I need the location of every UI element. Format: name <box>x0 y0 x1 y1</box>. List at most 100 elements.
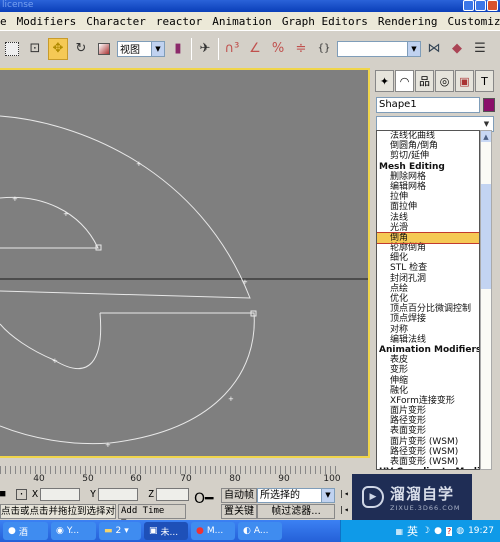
maximize-button[interactable] <box>475 0 486 11</box>
taskbar-button[interactable]: ● M... <box>191 522 235 540</box>
modifier-item[interactable]: 剪切/延伸 <box>377 151 479 161</box>
modifier-item[interactable]: 变形 <box>377 365 479 375</box>
modifier-item[interactable]: 对称 <box>377 325 479 335</box>
modifier-item[interactable]: 法线化曲线 <box>377 131 479 141</box>
x-coord-field[interactable] <box>40 488 80 501</box>
menu-customize[interactable]: Customize <box>443 15 500 28</box>
edit-named-selections-button[interactable]: {} <box>314 38 334 60</box>
reference-coord-dropdown[interactable]: 视图 ▼ <box>117 40 165 57</box>
modifier-item[interactable]: 光滑 <box>377 223 479 233</box>
modifier-item[interactable]: 路径变形 <box>377 416 479 426</box>
named-selection-dropdown[interactable]: ▼ <box>337 40 421 57</box>
timeline-ruler[interactable] <box>0 466 340 474</box>
modifier-item[interactable]: STL 检查 <box>377 263 479 273</box>
add-time-tag-button[interactable]: Add Time Tag <box>118 504 186 529</box>
modifier-item[interactable]: 表面变形 (WSM) <box>377 457 479 467</box>
ime-language[interactable]: 英 <box>407 523 418 539</box>
modifier-item[interactable]: 表皮 <box>377 355 479 365</box>
modifier-item[interactable]: 融化 <box>377 386 479 396</box>
key-filters-button[interactable]: 帧过滤器... <box>257 504 335 519</box>
menu-edit[interactable]: e <box>0 15 12 28</box>
modifier-item[interactable]: 倒圆角/倒角 <box>377 141 479 151</box>
menu-rendering[interactable]: Rendering <box>373 15 443 28</box>
angle-snap-button[interactable]: ∠ <box>245 38 265 60</box>
align-button[interactable]: ◆ <box>447 38 467 60</box>
taskbar-button[interactable]: ● 酒 <box>3 522 48 540</box>
modifier-item[interactable]: 面片变形 <box>377 406 479 416</box>
scroll-up-button[interactable]: ▲ <box>481 131 491 142</box>
window-crossing-button[interactable]: ⊡ <box>25 38 45 60</box>
y-coord-field[interactable] <box>98 488 138 501</box>
modifier-list-scrollbar[interactable]: ▲ <box>480 130 492 470</box>
snap-toggle-button[interactable]: ∩³ <box>222 38 242 60</box>
pivot-center-button[interactable]: ▮ <box>168 38 188 60</box>
prev-frame-icon[interactable]: |◂ <box>339 505 349 514</box>
modifier-item[interactable]: 面片变形 (WSM) <box>377 437 479 447</box>
taskbar-button[interactable]: ◉ Y... <box>51 522 96 540</box>
modifier-group-header[interactable]: Animation Modifiers <box>377 345 479 355</box>
lock-icon[interactable]: ■ <box>0 489 5 499</box>
set-key-button[interactable]: 置关键 <box>221 504 257 519</box>
menu-modifiers[interactable]: Modifiers <box>12 15 82 28</box>
modifier-item[interactable]: 删除网格 <box>377 172 479 182</box>
motion-tab[interactable]: ◎ <box>435 70 454 92</box>
display-tab[interactable]: ▣ <box>455 70 474 92</box>
utilities-tab[interactable]: T <box>475 70 494 92</box>
modifier-item-selected[interactable]: 倒角 <box>377 231 479 245</box>
select-region-button[interactable] <box>2 38 22 60</box>
auto-key-button[interactable]: 自动帧 <box>221 488 257 503</box>
modifier-item[interactable]: 伸缩 <box>377 376 479 386</box>
modifier-item[interactable]: 顶点百分比微调控制 <box>377 304 479 314</box>
manipulate-button[interactable]: ✈ <box>195 38 215 60</box>
modifier-item[interactable]: 点绘 <box>377 284 479 294</box>
taskbar-button[interactable]: ▬ 2 ▾ <box>99 522 141 540</box>
object-color-swatch[interactable] <box>483 98 495 112</box>
absolute-mode-toggle[interactable]: · <box>16 489 27 500</box>
modifier-item[interactable]: 细化 <box>377 253 479 263</box>
modifier-item[interactable]: 法线 <box>377 213 479 223</box>
object-name-field[interactable]: Shape1 <box>376 97 480 113</box>
modifier-item[interactable]: 路径变形 (WSM) <box>377 447 479 457</box>
selection-filter-dropdown[interactable]: 所选择的 ▼ <box>257 488 335 503</box>
modifier-group-header[interactable]: Mesh Editing <box>377 162 479 172</box>
modifier-item[interactable]: 顶点焊接 <box>377 314 479 324</box>
select-and-scale-button[interactable] <box>94 38 114 60</box>
hierarchy-tab[interactable]: 品 <box>415 70 434 92</box>
mirror-button[interactable]: ⋈ <box>424 38 444 60</box>
modifier-item[interactable]: 轮廓倒角 <box>377 243 479 253</box>
close-button[interactable] <box>487 0 498 11</box>
tray-icon[interactable]: ● <box>434 526 442 536</box>
minimize-button[interactable] <box>463 0 474 11</box>
modifier-item[interactable]: 优化 <box>377 294 479 304</box>
modifier-item[interactable]: 编辑法线 <box>377 335 479 345</box>
modifier-item[interactable]: 拉伸 <box>377 192 479 202</box>
modifier-group-header[interactable]: UV Coordinate Modifiers <box>377 467 479 469</box>
taskbar-button[interactable]: ◐ A... <box>238 522 282 540</box>
viewport[interactable]: + + + + + + + <box>0 70 368 456</box>
modify-tab[interactable]: ◠ <box>395 70 414 92</box>
help-icon[interactable]: ? <box>445 526 453 536</box>
key-icon[interactable]: O━ <box>194 491 213 507</box>
select-and-rotate-button[interactable]: ↻ <box>71 38 91 60</box>
timeline[interactable]: 40 50 60 70 80 90 100 <box>0 458 370 486</box>
goto-start-icon[interactable]: |◂ <box>339 489 349 498</box>
scroll-thumb[interactable] <box>481 184 491 289</box>
percent-snap-button[interactable]: % <box>268 38 288 60</box>
menu-animation[interactable]: Animation <box>207 15 277 28</box>
taskbar-button[interactable]: ▣ 未... <box>144 522 188 540</box>
modifier-list[interactable]: 法线化曲线 倒圆角/倒角 剪切/延伸 Mesh Editing 删除网格 编辑网格 拉伸 面拉… <box>376 130 480 470</box>
layers-button[interactable]: ☰ <box>470 38 490 60</box>
moon-icon[interactable]: ☽ <box>422 526 430 536</box>
modifier-item[interactable]: 表面变形 <box>377 426 479 436</box>
modifier-item[interactable]: XForm连接变形 <box>377 396 479 406</box>
select-and-move-button[interactable]: ✥ <box>48 37 68 60</box>
menu-character[interactable]: Character <box>81 15 151 28</box>
spinner-snap-button[interactable]: ≑ <box>291 38 311 60</box>
modifier-item[interactable]: 面拉伸 <box>377 202 479 212</box>
ime-icon[interactable]: ▦ <box>395 527 403 536</box>
modifier-item[interactable]: 编辑网格 <box>377 182 479 192</box>
create-tab[interactable]: ✦ <box>375 70 394 92</box>
network-icon[interactable]: ◍ <box>456 526 464 536</box>
z-coord-field[interactable] <box>156 488 189 501</box>
menu-graph-editors[interactable]: Graph Editors <box>277 15 373 28</box>
